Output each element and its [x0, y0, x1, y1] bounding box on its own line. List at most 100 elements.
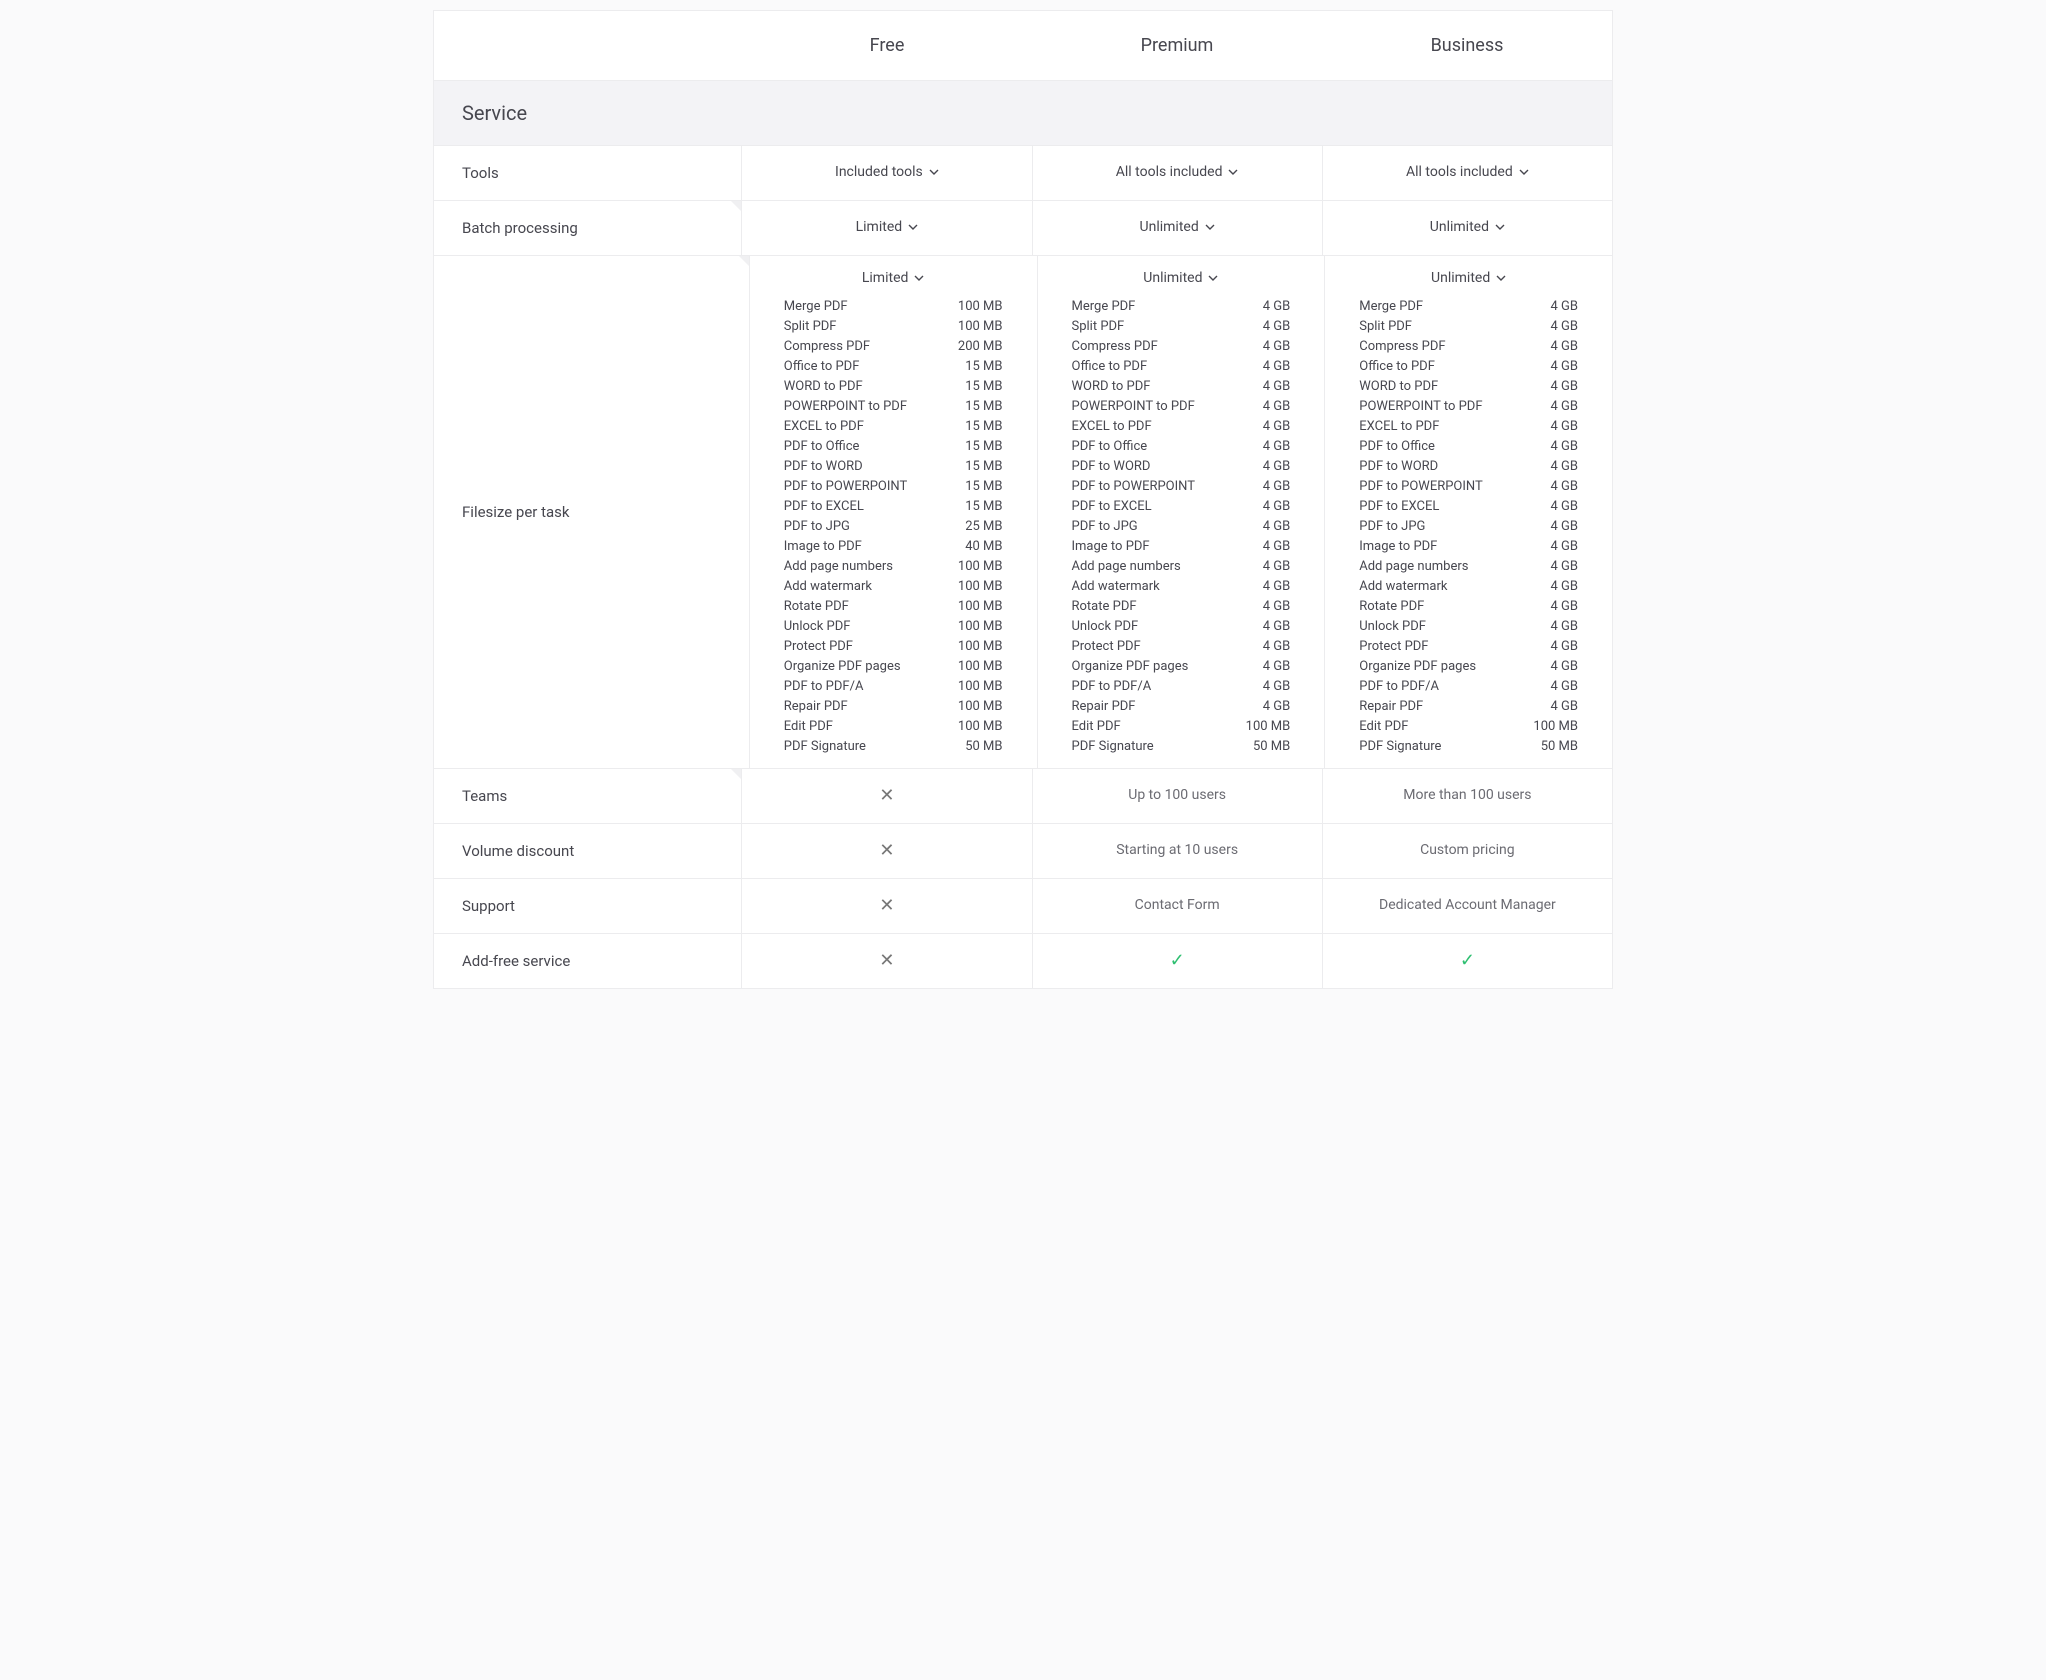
- filesize-tool-size: 4 GB: [1263, 699, 1291, 714]
- filesize-premium-dropdown[interactable]: Unlimited: [1143, 270, 1218, 286]
- cell-batch-free[interactable]: Limited: [741, 201, 1031, 255]
- filesize-free-dropdown[interactable]: Limited: [862, 270, 925, 286]
- filesize-item: Image to PDF4 GB: [1359, 536, 1578, 556]
- filesize-tool-name: PDF to WORD: [1072, 459, 1151, 474]
- filesize-tool-name: PDF to EXCEL: [1072, 499, 1152, 514]
- filesize-tool-size: 4 GB: [1263, 299, 1291, 314]
- filesize-item: PDF to WORD15 MB: [784, 456, 1003, 476]
- filesize-tool-name: PDF to WORD: [1359, 459, 1438, 474]
- filesize-tool-name: Office to PDF: [784, 359, 860, 374]
- filesize-tool-name: WORD to PDF: [1359, 379, 1438, 394]
- filesize-item: Merge PDF100 MB: [784, 296, 1003, 316]
- filesize-free-head: Limited: [862, 270, 909, 286]
- filesize-item: Merge PDF4 GB: [1072, 296, 1291, 316]
- filesize-tool-size: 15 MB: [965, 379, 1002, 394]
- filesize-item: PDF to POWERPOINT4 GB: [1072, 476, 1291, 496]
- cell-filesize-free: Limited Merge PDF100 MBSplit PDF100 MBCo…: [749, 256, 1037, 768]
- filesize-tool-name: PDF to EXCEL: [1359, 499, 1439, 514]
- filesize-tool-name: Repair PDF: [1072, 699, 1136, 714]
- chevron-down-icon: [1228, 167, 1238, 177]
- filesize-tool-name: Add watermark: [1359, 579, 1447, 594]
- filesize-tool-size: 4 GB: [1551, 479, 1579, 494]
- filesize-tool-name: PDF to WORD: [784, 459, 863, 474]
- filesize-tool-size: 100 MB: [958, 679, 1003, 694]
- filesize-tool-size: 4 GB: [1263, 659, 1291, 674]
- filesize-item: Organize PDF pages 100 MB: [784, 656, 1003, 676]
- x-icon: ✕: [879, 895, 894, 916]
- cell-batch-business[interactable]: Unlimited: [1322, 201, 1612, 255]
- cell-filesize-premium: Unlimited Merge PDF4 GBSplit PDF4 GBComp…: [1037, 256, 1325, 768]
- filesize-tool-size: 100 MB: [1533, 719, 1578, 734]
- tools-premium-dropdown[interactable]: All tools included: [1116, 164, 1239, 180]
- cell-teams-premium: Up to 100 users: [1032, 769, 1322, 823]
- filesize-tool-size: 100 MB: [958, 619, 1003, 634]
- filesize-tool-name: Office to PDF: [1359, 359, 1435, 374]
- batch-free-dropdown[interactable]: Limited: [856, 219, 919, 235]
- filesize-tool-name: Unlock PDF: [1072, 619, 1139, 634]
- cell-support-premium: Contact Form: [1032, 879, 1322, 933]
- filesize-tool-size: 40 MB: [965, 539, 1002, 554]
- filesize-item: Protect PDF100 MB: [784, 636, 1003, 656]
- filesize-tool-name: Unlock PDF: [784, 619, 851, 634]
- filesize-tool-name: Edit PDF: [1072, 719, 1121, 734]
- chevron-down-icon: [1519, 167, 1529, 177]
- filesize-tool-name: Protect PDF: [1072, 639, 1141, 654]
- filesize-tool-size: 100 MB: [958, 579, 1003, 594]
- cell-tools-business[interactable]: All tools included: [1322, 146, 1612, 200]
- filesize-tool-size: 4 GB: [1551, 399, 1579, 414]
- filesize-tool-name: Organize PDF pages: [784, 659, 901, 674]
- filesize-tool-size: 4 GB: [1551, 539, 1579, 554]
- filesize-item: Compress PDF4 GB: [1072, 336, 1291, 356]
- batch-business-dropdown[interactable]: Unlimited: [1430, 219, 1505, 235]
- filesize-item: EXCEL to PDF15 MB: [784, 416, 1003, 436]
- filesize-tool-size: 4 GB: [1263, 499, 1291, 514]
- filesize-tool-size: 4 GB: [1551, 299, 1579, 314]
- filesize-tool-size: 4 GB: [1263, 559, 1291, 574]
- filesize-tool-name: Add page numbers: [784, 559, 893, 574]
- filesize-item: Edit PDF100 MB: [784, 716, 1003, 736]
- filesize-tool-name: Add page numbers: [1359, 559, 1468, 574]
- filesize-item: EXCEL to PDF 4 GB: [1359, 416, 1578, 436]
- filesize-tool-size: 100 MB: [958, 299, 1003, 314]
- batch-premium-dropdown[interactable]: Unlimited: [1140, 219, 1215, 235]
- filesize-tool-size: 4 GB: [1551, 699, 1579, 714]
- cell-tools-premium[interactable]: All tools included: [1032, 146, 1322, 200]
- filesize-tool-size: 100 MB: [958, 599, 1003, 614]
- filesize-tool-size: 15 MB: [965, 439, 1002, 454]
- chevron-down-icon: [929, 167, 939, 177]
- filesize-tool-size: 4 GB: [1551, 659, 1579, 674]
- filesize-tool-size: 4 GB: [1263, 379, 1291, 394]
- filesize-item: Split PDF100 MB: [784, 316, 1003, 336]
- filesize-tool-name: Rotate PDF: [1072, 599, 1137, 614]
- filesize-item: Merge PDF4 GB: [1359, 296, 1578, 316]
- filesize-tool-size: 4 GB: [1263, 339, 1291, 354]
- filesize-business-dropdown[interactable]: Unlimited: [1431, 270, 1506, 286]
- filesize-label-text: Filesize per task: [462, 503, 570, 521]
- cell-tools-free[interactable]: Included tools: [741, 146, 1031, 200]
- tools-business-dropdown[interactable]: All tools included: [1406, 164, 1529, 180]
- tools-business-value: All tools included: [1406, 164, 1513, 180]
- filesize-tool-size: 4 GB: [1263, 679, 1291, 694]
- filesize-item: Image to PDF40 MB: [784, 536, 1003, 556]
- cell-batch-premium[interactable]: Unlimited: [1032, 201, 1322, 255]
- filesize-tool-size: 4 GB: [1263, 479, 1291, 494]
- filesize-tool-size: 4 GB: [1551, 419, 1579, 434]
- filesize-item: Rotate PDF 100 MB: [784, 596, 1003, 616]
- filesize-tool-name: Office to PDF: [1072, 359, 1148, 374]
- filesize-tool-size: 4 GB: [1551, 559, 1579, 574]
- filesize-tool-name: PDF to PDF/A: [784, 679, 864, 694]
- filesize-tool-size: 200 MB: [958, 339, 1003, 354]
- filesize-tool-size: 4 GB: [1551, 499, 1579, 514]
- filesize-tool-name: EXCEL to PDF: [1359, 419, 1439, 434]
- filesize-tool-name: Rotate PDF: [784, 599, 849, 614]
- filesize-tool-size: 100 MB: [958, 659, 1003, 674]
- filesize-business-head: Unlimited: [1431, 270, 1490, 286]
- filesize-item: WORD to PDF15 MB: [784, 376, 1003, 396]
- tools-free-dropdown[interactable]: Included tools: [835, 164, 939, 180]
- filesize-tool-name: WORD to PDF: [1072, 379, 1151, 394]
- filesize-item: PDF to EXCEL15 MB: [784, 496, 1003, 516]
- filesize-tool-size: 100 MB: [958, 319, 1003, 334]
- filesize-tool-name: PDF Signature: [1359, 739, 1441, 754]
- row-label-volume: Volume discount: [434, 824, 741, 878]
- filesize-tool-name: Compress PDF: [1359, 339, 1445, 354]
